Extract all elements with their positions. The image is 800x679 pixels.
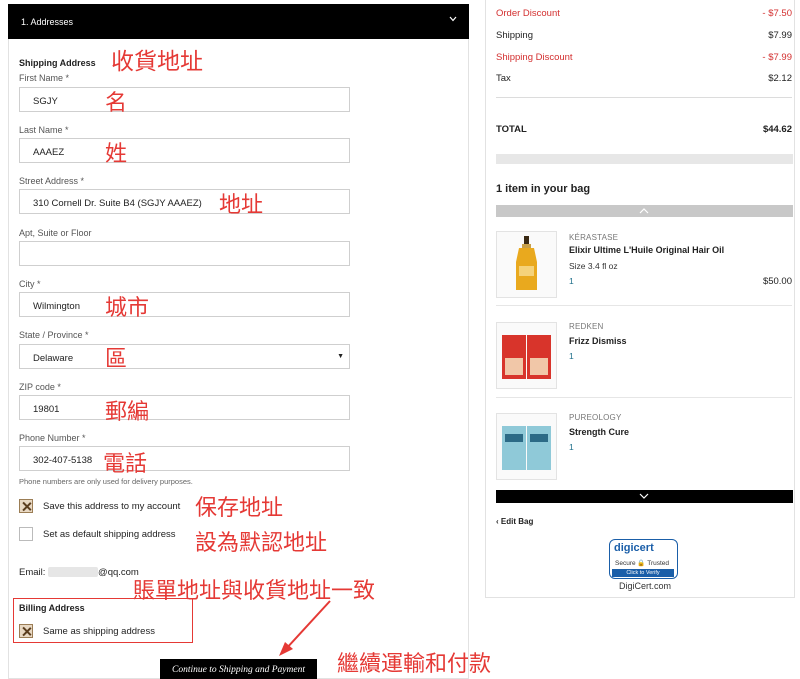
- first-name-input[interactable]: SGJY: [19, 87, 350, 112]
- annotation-zip: 郵編: [105, 400, 150, 425]
- shipping-discount-label: Shipping Discount: [496, 52, 573, 63]
- summary-separator: [496, 154, 793, 164]
- phone-input[interactable]: 302-407-5138: [19, 446, 350, 471]
- order-discount-label: Order Discount: [496, 8, 560, 19]
- digicert-trusted: Trusted: [647, 560, 670, 567]
- bag-scroll-up-button[interactable]: [496, 205, 793, 217]
- annotation-city: 城市: [105, 296, 150, 321]
- email-display: Email: @qq.com: [19, 567, 139, 578]
- annotation-save-address: 保存地址: [195, 496, 284, 521]
- chevron-down-icon: [639, 493, 649, 499]
- apt-suite-label: Apt, Suite or Floor: [19, 228, 92, 238]
- shipping-discount-value: - $7.99: [762, 52, 792, 63]
- total-value: $44.62: [762, 124, 792, 135]
- item-1-brand: KÉRASTASE: [569, 233, 619, 242]
- zip-input[interactable]: 19801: [19, 395, 350, 420]
- phone-label: Phone Number *: [19, 433, 86, 443]
- state-selected-value: Delaware: [33, 353, 74, 364]
- default-shipping-checkbox[interactable]: [19, 527, 33, 541]
- default-shipping-label[interactable]: Set as default shipping address: [43, 529, 176, 540]
- state-select[interactable]: Delaware ▼: [19, 344, 350, 369]
- summary-divider: [496, 97, 792, 98]
- apt-suite-input[interactable]: [19, 241, 350, 266]
- annotation-first-name: 名: [105, 91, 128, 116]
- annotation-continue: 繼續運輸和付款: [337, 652, 492, 677]
- frizz-dismiss-packet-icon: [502, 335, 551, 379]
- shipping-address-heading: Shipping Address: [19, 58, 96, 68]
- product-thumbnail-strength-cure[interactable]: [496, 413, 557, 480]
- shipping-discount-row: Shipping Discount - $7.99: [496, 52, 792, 63]
- item-1-name[interactable]: Elixir Ultime L'Huile Original Hair Oil: [569, 245, 724, 255]
- annotation-street: 地址: [219, 193, 264, 218]
- item-1-qty: 1: [569, 276, 574, 286]
- city-input[interactable]: Wilmington: [19, 292, 350, 317]
- tax-label: Tax: [496, 73, 511, 84]
- annotation-billing-same: 賬單地址與收貨地址一致: [133, 579, 376, 604]
- continue-button[interactable]: Continue to Shipping and Payment: [160, 659, 317, 679]
- annotation-arrow-icon: [279, 600, 331, 656]
- hair-oil-bottle-icon: [516, 236, 537, 290]
- zip-label: ZIP code *: [19, 382, 61, 392]
- shipping-row: Shipping $7.99: [496, 30, 792, 41]
- shipping-label: Shipping: [496, 30, 533, 41]
- chevron-down-icon: [449, 16, 457, 22]
- item-3-brand: PUREOLOGY: [569, 413, 622, 422]
- tax-value: $2.12: [768, 73, 792, 84]
- annotation-last-name: 姓: [105, 142, 128, 167]
- tax-row: Tax $2.12: [496, 73, 792, 84]
- item-1-price: $50.00: [762, 276, 792, 287]
- same-as-shipping-label[interactable]: Same as shipping address: [43, 626, 155, 637]
- product-thumbnail-hair-oil[interactable]: [496, 231, 557, 298]
- digicert-secure: Secure: [615, 560, 636, 567]
- billing-address-heading: Billing Address: [19, 603, 85, 613]
- dropdown-arrow-icon: ▼: [337, 353, 344, 360]
- strength-cure-packet-icon: [502, 426, 551, 470]
- city-label: City *: [19, 279, 41, 289]
- chevron-up-icon: [639, 208, 649, 214]
- save-address-label[interactable]: Save this address to my account: [43, 501, 180, 512]
- order-discount-value: - $7.50: [762, 8, 792, 19]
- total-row: TOTAL $44.62: [496, 124, 792, 135]
- street-address-label: Street Address *: [19, 176, 85, 186]
- shipping-value: $7.99: [768, 30, 792, 41]
- state-label: State / Province *: [19, 330, 89, 340]
- total-label: TOTAL: [496, 124, 527, 135]
- digicert-logo-text: digicert: [614, 542, 654, 554]
- item-divider: [496, 397, 792, 398]
- bag-title: 1 item in your bag: [496, 183, 591, 195]
- addresses-section-header[interactable]: 1. Addresses: [8, 4, 469, 39]
- item-2-qty: 1: [569, 351, 574, 361]
- digicert-name: DigiCert.com: [619, 581, 672, 591]
- annotation-set-default: 設為默認地址: [195, 531, 328, 556]
- last-name-label: Last Name *: [19, 125, 69, 135]
- street-address-input[interactable]: 310 Cornell Dr. Suite B4 (SGJY AAAEZ): [19, 189, 350, 214]
- phone-hint: Phone numbers are only used for delivery…: [19, 477, 193, 486]
- order-discount-row: Order Discount - $7.50: [496, 8, 792, 19]
- item-3-name[interactable]: Strength Cure: [569, 427, 629, 437]
- bag-scroll-down-button[interactable]: [496, 490, 793, 503]
- digicert-secure-trusted: Secure 🔒 Trusted: [615, 559, 669, 567]
- same-as-shipping-checkbox[interactable]: [19, 624, 33, 638]
- annotation-shipping-address: 收貨地址: [111, 49, 203, 75]
- digicert-seal[interactable]: digicert Secure 🔒 Trusted Click to Verif…: [609, 539, 678, 579]
- lock-icon: 🔒: [637, 560, 646, 567]
- annotation-phone: 電話: [103, 452, 148, 477]
- item-1-size: Size 3.4 fl oz: [569, 261, 618, 271]
- last-name-input[interactable]: AAAEZ: [19, 138, 350, 163]
- item-divider: [496, 305, 792, 306]
- save-address-checkbox[interactable]: [19, 499, 33, 513]
- edit-bag-label: Edit Bag: [500, 517, 534, 526]
- product-thumbnail-frizz-dismiss[interactable]: [496, 322, 557, 389]
- digicert-verify: Click to Verify: [612, 569, 674, 577]
- item-2-name[interactable]: Frizz Dismiss: [569, 336, 627, 346]
- email-prefix: Email:: [19, 567, 46, 578]
- annotation-state: 區: [105, 347, 128, 372]
- first-name-label: First Name *: [19, 73, 70, 83]
- item-3-qty: 1: [569, 442, 574, 452]
- edit-bag-link[interactable]: ‹ Edit Bag: [496, 517, 533, 526]
- item-2-brand: REDKEN: [569, 322, 604, 331]
- section-title: 1. Addresses: [21, 17, 74, 27]
- email-redacted: [48, 567, 99, 578]
